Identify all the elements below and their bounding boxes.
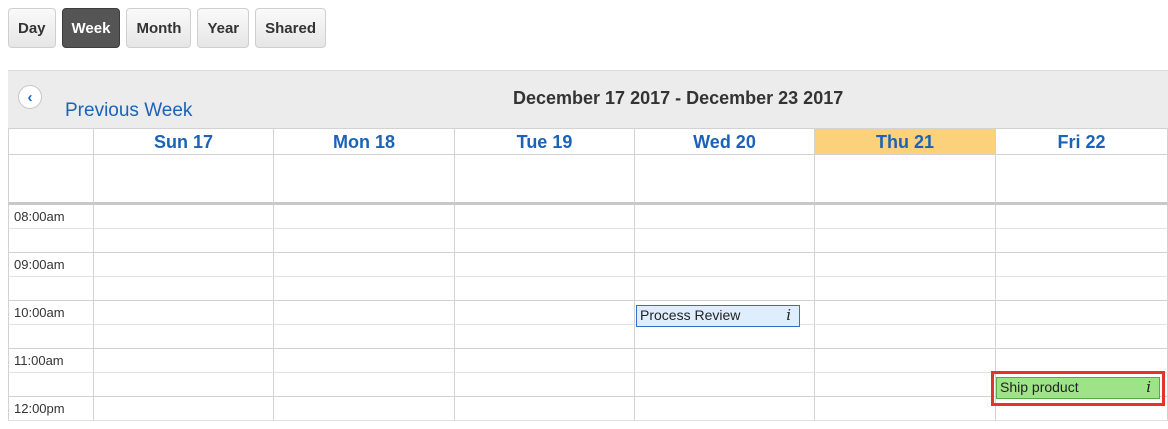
allday-cell[interactable] bbox=[815, 155, 996, 205]
allday-cell[interactable] bbox=[635, 155, 815, 205]
allday-cell[interactable] bbox=[274, 155, 455, 205]
time-slot[interactable] bbox=[635, 253, 815, 277]
time-label-half bbox=[8, 277, 94, 301]
time-slot[interactable] bbox=[455, 205, 635, 229]
day-header-mon[interactable]: Mon 18 bbox=[274, 128, 455, 155]
time-slot[interactable] bbox=[996, 229, 1168, 253]
previous-week-link[interactable]: Previous Week bbox=[65, 100, 192, 122]
event-ship-product[interactable]: Ship product i bbox=[996, 377, 1160, 399]
chevron-left-icon[interactable]: ‹ bbox=[18, 85, 42, 109]
month-view-button[interactable]: Month bbox=[126, 8, 192, 48]
time-slot[interactable] bbox=[635, 373, 815, 397]
time-slot[interactable] bbox=[815, 205, 996, 229]
time-label-half bbox=[8, 325, 94, 349]
time-column-header bbox=[8, 128, 94, 155]
shared-view-button[interactable]: Shared bbox=[255, 8, 326, 48]
day-header-thu-today[interactable]: Thu 21 bbox=[815, 128, 996, 155]
day-header-fri[interactable]: Fri 22 bbox=[996, 128, 1168, 155]
time-slot[interactable] bbox=[635, 397, 815, 421]
info-icon[interactable]: i bbox=[1146, 378, 1151, 397]
time-slot[interactable] bbox=[815, 277, 996, 301]
time-slot[interactable] bbox=[815, 397, 996, 421]
allday-cell[interactable] bbox=[94, 155, 274, 205]
time-slot[interactable] bbox=[635, 325, 815, 349]
time-label-half bbox=[8, 229, 94, 253]
year-view-button[interactable]: Year bbox=[197, 8, 250, 48]
time-slot[interactable] bbox=[815, 373, 996, 397]
day-view-button[interactable]: Day bbox=[8, 8, 56, 48]
date-range-title: December 17 2017 - December 23 2017 bbox=[513, 88, 844, 108]
time-slot[interactable] bbox=[455, 397, 635, 421]
time-slot[interactable] bbox=[455, 253, 635, 277]
time-slot[interactable] bbox=[996, 277, 1168, 301]
time-slot[interactable] bbox=[635, 277, 815, 301]
week-view-button[interactable]: Week bbox=[61, 8, 121, 48]
time-slot[interactable] bbox=[996, 301, 1168, 325]
event-title: Process Review bbox=[640, 307, 741, 323]
time-slot[interactable] bbox=[94, 205, 274, 229]
time-slot[interactable] bbox=[94, 325, 274, 349]
time-label: 12:00pm bbox=[8, 397, 94, 421]
time-label: 11:00am bbox=[8, 349, 94, 373]
time-label: 09:00am bbox=[8, 253, 94, 277]
time-slot[interactable] bbox=[815, 253, 996, 277]
time-slot[interactable] bbox=[274, 397, 455, 421]
time-slot[interactable] bbox=[274, 325, 455, 349]
time-slot[interactable] bbox=[815, 349, 996, 373]
time-slot[interactable] bbox=[996, 253, 1168, 277]
time-slot[interactable] bbox=[996, 325, 1168, 349]
time-slot[interactable] bbox=[94, 373, 274, 397]
allday-cell[interactable] bbox=[996, 155, 1168, 205]
event-title: Ship product bbox=[1000, 379, 1079, 395]
time-slot[interactable] bbox=[635, 349, 815, 373]
time-slot[interactable] bbox=[274, 373, 455, 397]
time-slot[interactable] bbox=[815, 325, 996, 349]
time-label: 08:00am bbox=[8, 205, 94, 229]
time-slot[interactable] bbox=[94, 277, 274, 301]
day-header-sun[interactable]: Sun 17 bbox=[94, 128, 274, 155]
time-slot[interactable] bbox=[815, 229, 996, 253]
day-header-wed[interactable]: Wed 20 bbox=[635, 128, 815, 155]
time-slot[interactable] bbox=[94, 349, 274, 373]
time-slot[interactable] bbox=[455, 229, 635, 253]
time-slot[interactable] bbox=[635, 205, 815, 229]
calendar-view-tabs: Day Week Month Year Shared bbox=[8, 8, 326, 48]
time-slot[interactable] bbox=[274, 229, 455, 253]
time-slot[interactable] bbox=[94, 229, 274, 253]
time-slot[interactable] bbox=[996, 349, 1168, 373]
time-label-half bbox=[8, 373, 94, 397]
time-label: 10:00am bbox=[8, 301, 94, 325]
time-slot[interactable] bbox=[815, 301, 996, 325]
time-slot[interactable] bbox=[455, 277, 635, 301]
event-process-review[interactable]: Process Review i bbox=[636, 305, 800, 327]
info-icon[interactable]: i bbox=[786, 306, 791, 325]
time-slot[interactable] bbox=[274, 349, 455, 373]
day-header-tue[interactable]: Tue 19 bbox=[455, 128, 635, 155]
time-slot[interactable] bbox=[455, 373, 635, 397]
time-slot[interactable] bbox=[274, 205, 455, 229]
time-slot[interactable] bbox=[94, 253, 274, 277]
allday-cell[interactable] bbox=[455, 155, 635, 205]
time-slot[interactable] bbox=[455, 325, 635, 349]
time-slot[interactable] bbox=[455, 349, 635, 373]
time-slot[interactable] bbox=[274, 253, 455, 277]
time-slot[interactable] bbox=[94, 397, 274, 421]
calendar-header: ‹ Previous Week December 17 2017 - Decem… bbox=[8, 70, 1168, 129]
time-slot[interactable] bbox=[94, 301, 274, 325]
time-slot[interactable] bbox=[635, 229, 815, 253]
time-slot[interactable] bbox=[996, 205, 1168, 229]
allday-label-cell bbox=[8, 155, 94, 205]
time-slot[interactable] bbox=[274, 301, 455, 325]
time-slot[interactable] bbox=[274, 277, 455, 301]
time-slot[interactable] bbox=[455, 301, 635, 325]
